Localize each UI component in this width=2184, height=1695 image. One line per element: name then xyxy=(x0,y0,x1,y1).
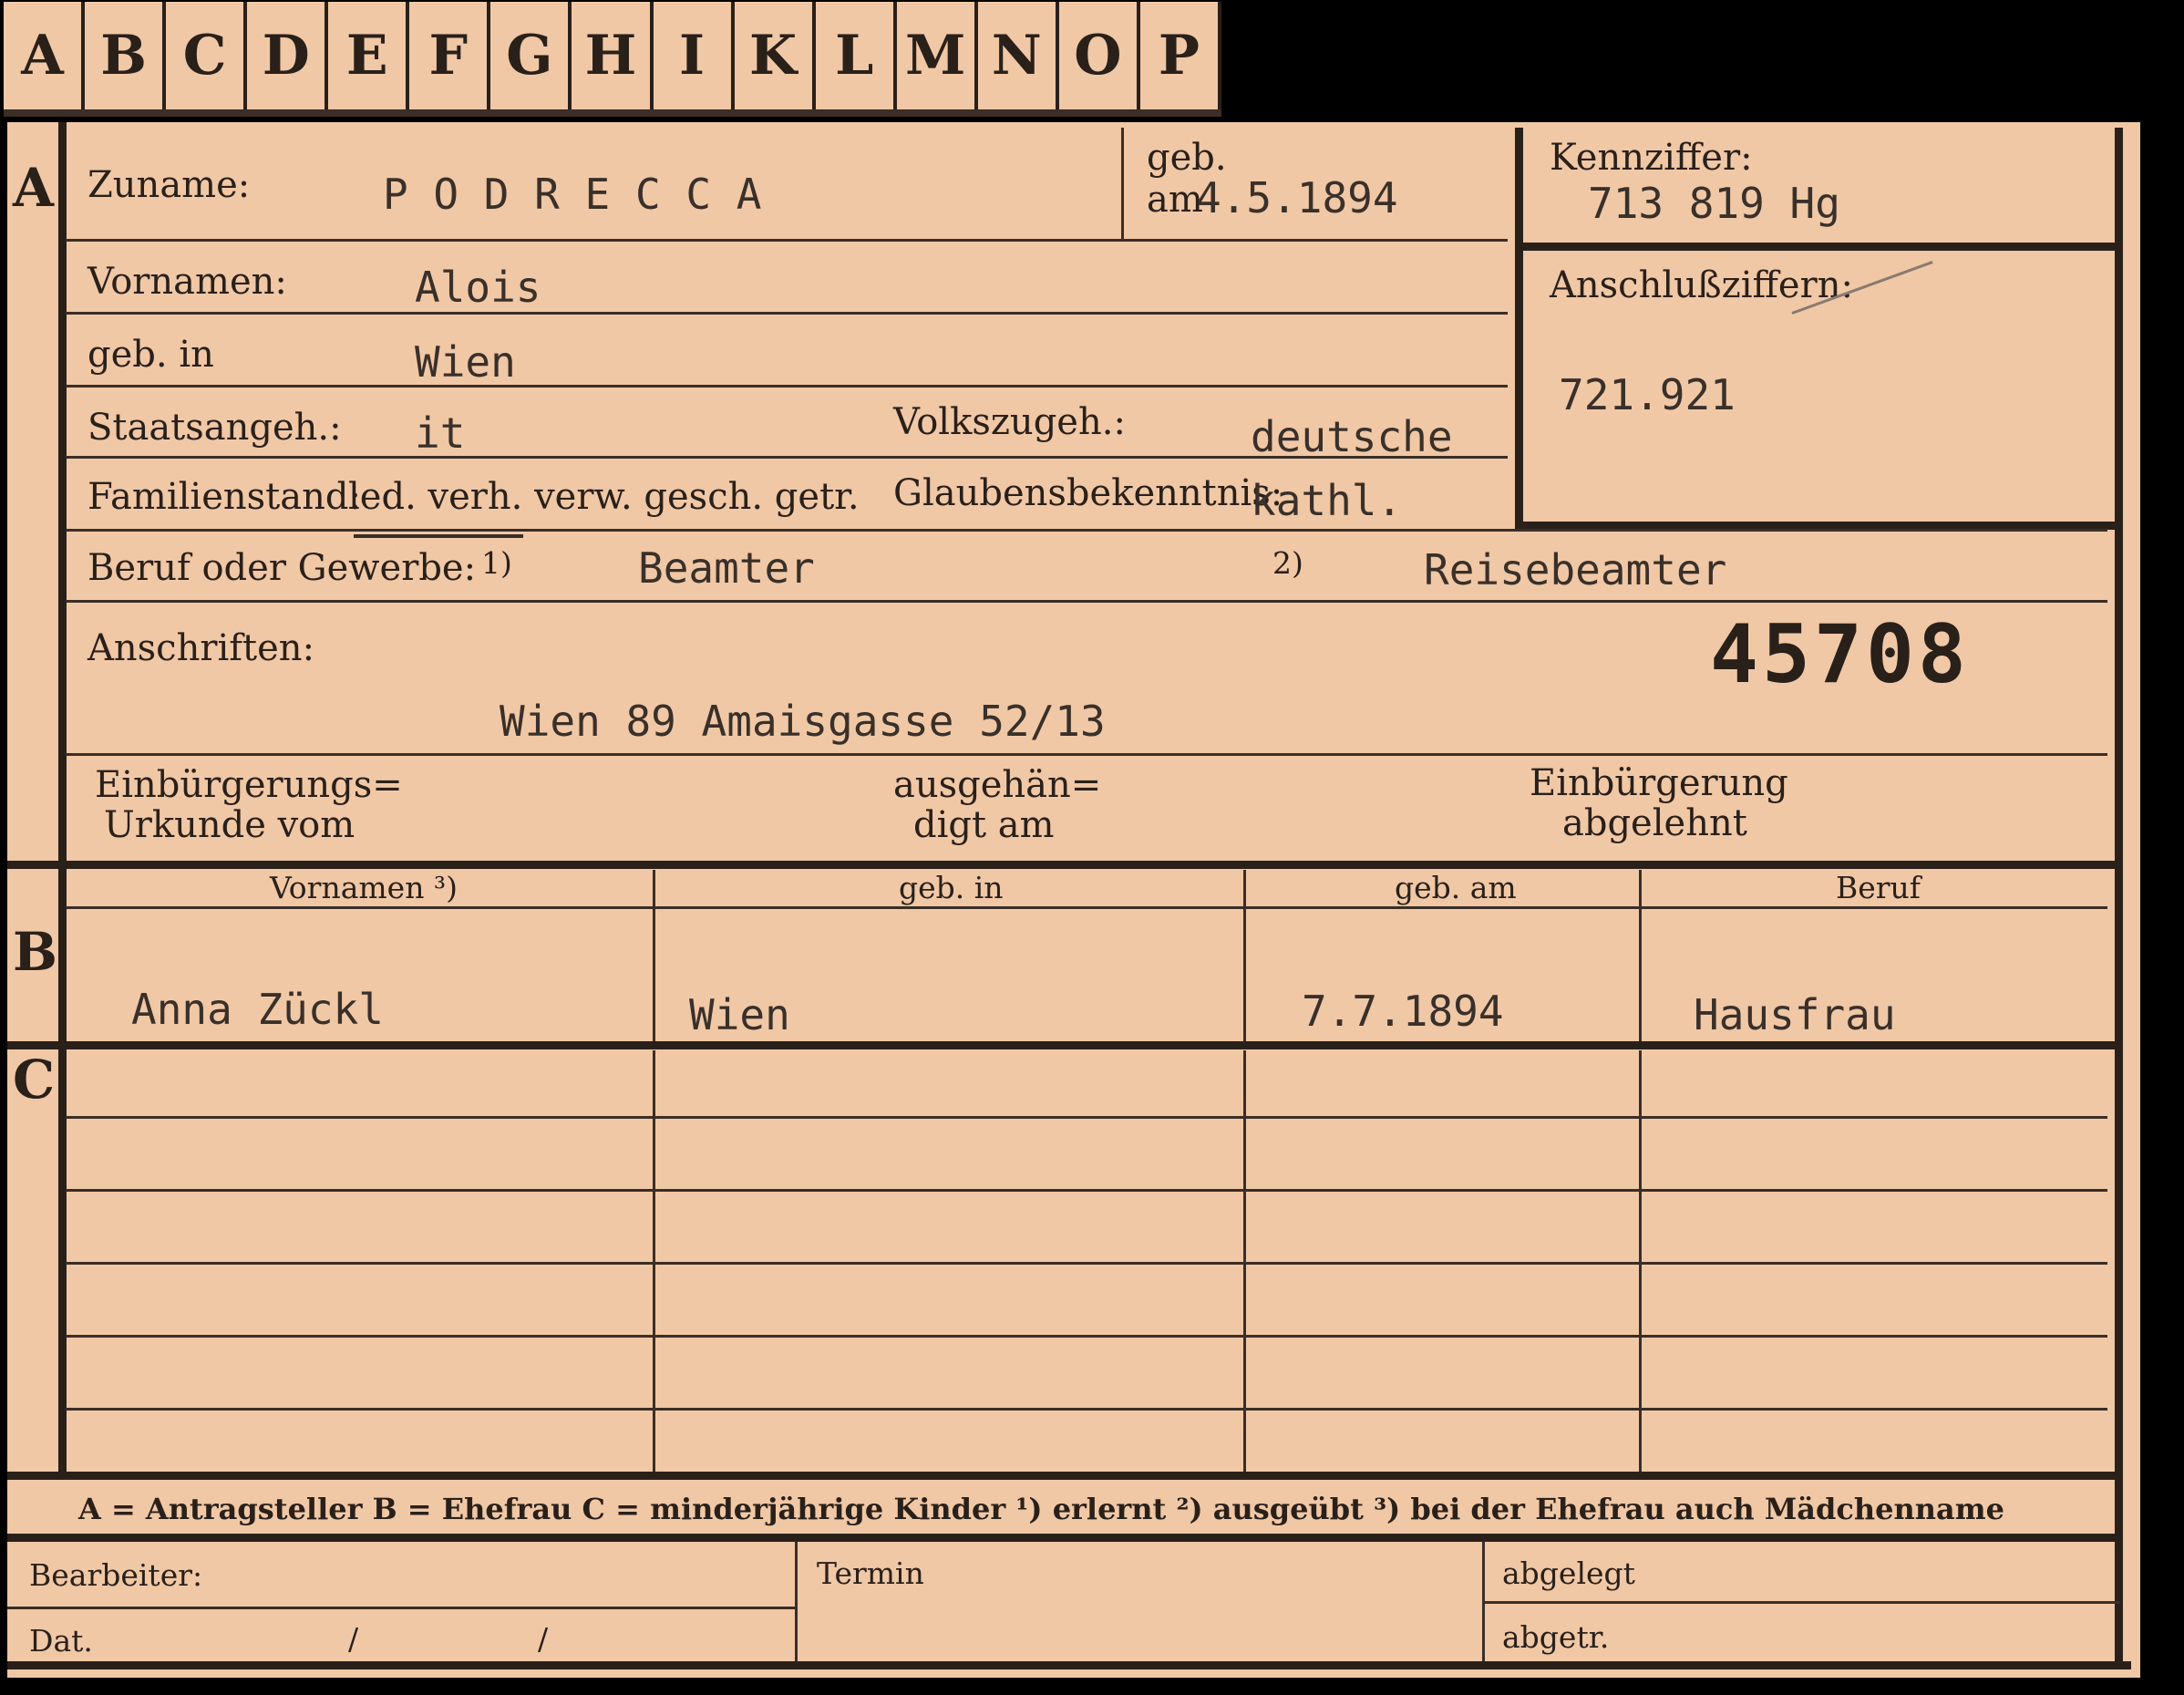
c-row-rule xyxy=(66,1189,2107,1192)
verh-underline xyxy=(354,534,523,538)
alphabet-tab-strip: ABCDEFGHIKLMNOP xyxy=(4,2,1221,117)
abgetr-label: abgetr. xyxy=(1502,1619,1610,1655)
tab-letter: M xyxy=(897,2,978,109)
left-margin-rule xyxy=(58,122,67,1472)
volk-value: deutsche xyxy=(1251,412,1453,461)
anschrift-value: Wien 89 Amaisgasse 52/13 xyxy=(500,697,1106,746)
beruf-mark-1: 1) xyxy=(481,545,512,581)
kenn-box-left xyxy=(1515,128,1523,529)
staat-value: it xyxy=(415,408,466,458)
b-col-divider xyxy=(1639,870,1642,1041)
geb-am-label: am xyxy=(1147,179,1203,221)
section-c-bottom-rule xyxy=(7,1472,2122,1480)
section-c-marker: C xyxy=(13,1049,56,1111)
row-rule xyxy=(66,600,2107,603)
glauben-label: Glaubensbekenntnis: xyxy=(893,472,1283,514)
c-row-rule xyxy=(66,1335,2107,1338)
dat-slash-2: / xyxy=(538,1621,549,1657)
geb-am-value: 4.5.1894 xyxy=(1196,173,1398,222)
tab-letter: G xyxy=(490,2,572,109)
section-a-bottom-rule xyxy=(7,861,2122,869)
beruf-value-2: Reisebeamter xyxy=(1424,545,1727,594)
c-row-rule xyxy=(66,1262,2107,1265)
tab-letter: L xyxy=(816,2,897,109)
b-gebin-value: Wien xyxy=(689,990,790,1039)
vornamen-value: Alois xyxy=(415,263,541,312)
tab-letter: B xyxy=(85,2,167,109)
footer-legend: A = Antragsteller B = Ehefrau C = minder… xyxy=(78,1492,2004,1526)
tab-letter: E xyxy=(328,2,410,109)
glauben-value: kathl. xyxy=(1251,476,1403,525)
card-bottom-rule xyxy=(7,1661,2131,1669)
ausg-label-1: ausgehän= xyxy=(893,764,1102,806)
vornamen-label: Vornamen: xyxy=(88,261,287,303)
ansch-label: Anschlußziffern: xyxy=(1550,264,1853,306)
gebin-label: geb. in xyxy=(88,334,214,376)
b-gebam-value: 7.7.1894 xyxy=(1302,987,1504,1036)
abgel-label-2: abgelehnt xyxy=(1562,802,1747,844)
row-rule xyxy=(66,385,1508,388)
ausg-label-2: digt am xyxy=(913,804,1055,846)
staat-label: Staatsangeh.: xyxy=(88,407,342,449)
tab-letter: N xyxy=(978,2,1059,109)
row-rule xyxy=(66,529,2107,532)
c-row-rule xyxy=(66,1116,2107,1119)
section-a-marker: A xyxy=(13,157,55,219)
termin-label: Termin xyxy=(817,1555,924,1591)
section-b-bottom-rule xyxy=(7,1041,2122,1049)
row-rule xyxy=(66,312,1508,315)
b-header-gebin: geb. in xyxy=(899,870,1004,905)
dat-label: Dat. xyxy=(29,1623,93,1659)
gebin-value: Wien xyxy=(415,337,516,387)
tab-letter: D xyxy=(247,2,329,109)
right-margin-rule xyxy=(2115,128,2123,1669)
kenn-label: Kennziffer: xyxy=(1550,137,1753,179)
abgelegt-label: abgelegt xyxy=(1502,1555,1635,1591)
dat-slash-1: / xyxy=(348,1621,359,1657)
section-b-marker: B xyxy=(13,921,58,983)
tab-letter: H xyxy=(572,2,654,109)
b-vornamen-value: Anna Zückl xyxy=(131,985,384,1034)
ansch-value: 721.921 xyxy=(1559,370,1736,419)
kenn-value: 713 819 Hg xyxy=(1588,179,1840,228)
kenn-box-divider xyxy=(1515,243,2117,251)
b-beruf-value: Hausfrau xyxy=(1694,990,1896,1039)
file-number: 45708 xyxy=(1710,607,1970,701)
einb-label-1: Einbürgerungs= xyxy=(95,764,403,806)
einb-label-2: Urkunde vom xyxy=(104,804,355,846)
footer-row-rule xyxy=(1482,1601,2120,1604)
tab-letter: A xyxy=(4,2,86,109)
beruf-label: Beruf oder Gewerbe: xyxy=(88,547,477,589)
tab-letter: O xyxy=(1059,2,1140,109)
c-row-rule xyxy=(66,1408,2107,1411)
tab-letter: I xyxy=(654,2,735,109)
zuname-label: Zuname: xyxy=(88,164,251,206)
b-header-beruf: Beruf xyxy=(1836,870,1921,905)
tab-letter: K xyxy=(735,2,816,109)
b-header-rule xyxy=(66,906,2107,909)
footer-row-rule xyxy=(7,1607,797,1609)
tab-letter: P xyxy=(1140,2,1221,109)
row-rule xyxy=(66,239,1508,242)
b-col-divider xyxy=(653,870,655,1041)
beruf-mark-2: 2) xyxy=(1272,545,1303,581)
anschriften-label: Anschriften: xyxy=(88,627,315,669)
footer-legend-rule xyxy=(7,1534,2122,1542)
geb-divider xyxy=(1121,128,1124,239)
volk-label: Volkszugeh.: xyxy=(893,401,1126,443)
zuname-value: P O D R E C C A xyxy=(383,170,762,219)
b-header-vornamen: Vornamen ³) xyxy=(270,870,458,905)
tab-letter: F xyxy=(409,2,491,109)
familien-label: Familienstand: xyxy=(88,476,361,518)
abgel-label-1: Einbürgerung xyxy=(1530,762,1788,804)
row-rule xyxy=(66,753,2107,756)
bearbeiter-label: Bearbeiter: xyxy=(29,1557,203,1593)
familien-options: led. verh. verw. gesch. getr. xyxy=(348,476,860,518)
b-col-divider xyxy=(1243,870,1246,1041)
beruf-value-1: Beamter xyxy=(638,543,815,593)
tab-letter: C xyxy=(166,2,248,109)
b-header-gebam: geb. am xyxy=(1395,870,1517,905)
footer-divider xyxy=(795,1541,798,1661)
